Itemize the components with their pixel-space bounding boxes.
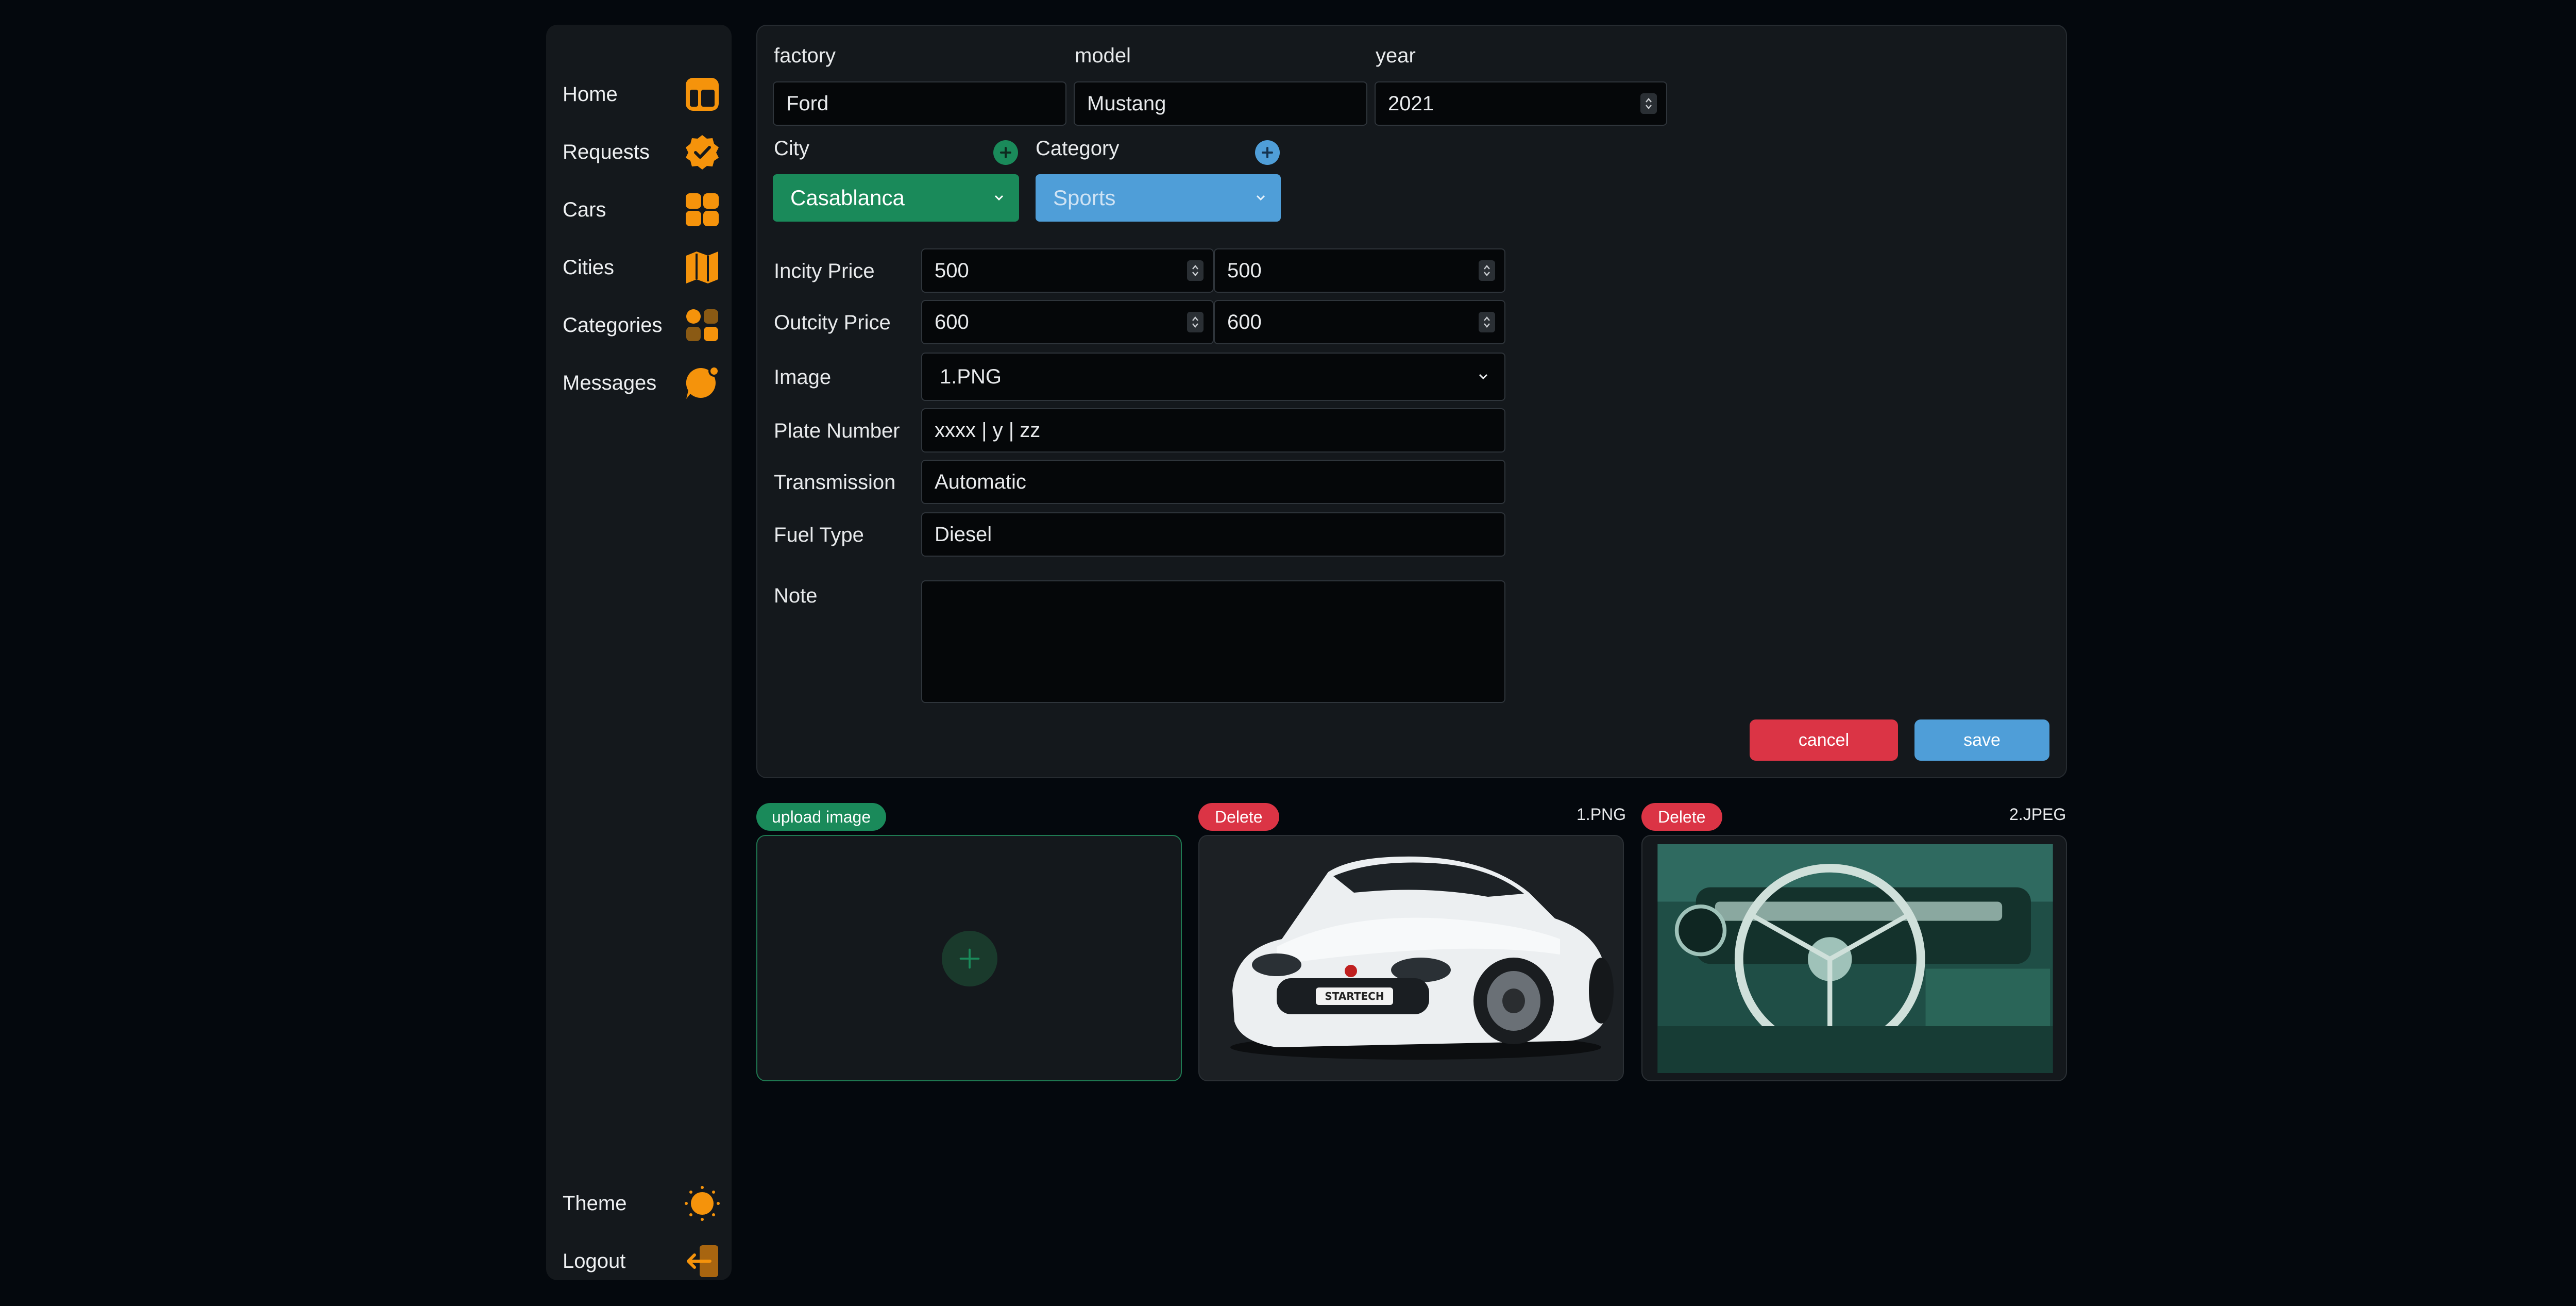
sidebar-item-label: Requests	[563, 140, 650, 163]
sidebar: Home Requests Cars Cities Categories Mes…	[546, 25, 732, 1280]
city-label: City	[774, 137, 809, 160]
image-card-car: STARTECH	[1198, 835, 1624, 1081]
year-input[interactable]: 2021	[1375, 81, 1667, 126]
year-value: 2021	[1388, 92, 1434, 115]
incity-price-min-input[interactable]: 500	[921, 248, 1214, 293]
interior-photo	[1657, 844, 2053, 1073]
upload-image-dropzone[interactable]	[756, 835, 1182, 1081]
theme-toggle[interactable]: Theme	[563, 1180, 720, 1227]
outcity-price-label: Outcity Price	[774, 311, 891, 334]
cancel-button[interactable]: cancel	[1750, 719, 1898, 761]
sidebar-item-messages[interactable]: Messages	[563, 360, 720, 406]
sidebar-item-cars[interactable]: Cars	[563, 187, 720, 233]
sidebar-item-label: Home	[563, 82, 618, 106]
plus-circle-icon	[942, 931, 997, 986]
sidebar-item-cities[interactable]: Cities	[563, 244, 720, 291]
layout-icon	[684, 76, 720, 112]
year-label: year	[1376, 44, 1416, 67]
image-select-value: 1.PNG	[940, 365, 1002, 388]
sidebar-item-label: Logout	[563, 1249, 626, 1272]
incity-price-label: Incity Price	[774, 260, 875, 282]
plus-icon	[1260, 145, 1275, 160]
sidebar-item-label: Cities	[563, 256, 615, 279]
grid-icon	[684, 192, 720, 228]
svg-text:STARTECH: STARTECH	[1325, 990, 1384, 1002]
map-icon	[684, 249, 720, 286]
transmission-input[interactable]: Automatic	[921, 460, 1505, 504]
delete-image-button[interactable]: Delete	[1198, 803, 1279, 831]
city-select[interactable]: Casablanca	[773, 174, 1019, 222]
message-icon	[684, 365, 720, 401]
incity-price-min-value: 500	[935, 259, 969, 282]
plate-number-label: Plate Number	[774, 420, 900, 442]
category-select-value: Sports	[1053, 186, 1116, 210]
image-filename: 1.PNG	[1577, 805, 1626, 824]
fuel-type-label: Fuel Type	[774, 524, 864, 546]
city-select-value: Casablanca	[790, 186, 905, 210]
plus-icon	[998, 145, 1013, 160]
sidebar-item-label: Cars	[563, 198, 606, 221]
incity-price-max-value: 500	[1227, 259, 1262, 282]
sidebar-item-label: Categories	[563, 313, 663, 337]
categories-icon	[684, 307, 720, 343]
category-label: Category	[1036, 137, 1120, 160]
sidebar-item-label: Theme	[563, 1192, 627, 1215]
chevron-down-icon	[1476, 369, 1491, 384]
add-category-button[interactable]	[1255, 140, 1280, 165]
image-select[interactable]: 1.PNG	[921, 353, 1505, 401]
note-textarea[interactable]	[921, 580, 1505, 703]
chevron-down-icon	[1253, 190, 1268, 206]
badge-check-icon	[684, 134, 720, 170]
year-spinner[interactable]	[1640, 93, 1657, 114]
fuel-type-input[interactable]: Diesel	[921, 512, 1505, 557]
image-filename: 2.JPEG	[2009, 805, 2066, 824]
car-photo: STARTECH	[1230, 856, 1614, 1060]
sun-icon	[684, 1185, 720, 1221]
image-card-interior	[1641, 835, 2067, 1081]
number-spinner[interactable]	[1479, 260, 1495, 281]
category-select[interactable]: Sports	[1036, 174, 1281, 222]
save-button[interactable]: save	[1914, 719, 2049, 761]
factory-label: factory	[774, 44, 836, 67]
number-spinner[interactable]	[1479, 312, 1495, 332]
chevron-down-icon	[991, 190, 1007, 206]
delete-image-button[interactable]: Delete	[1641, 803, 1722, 831]
outcity-price-max-input[interactable]: 600	[1214, 300, 1505, 344]
sidebar-item-requests[interactable]: Requests	[563, 129, 720, 175]
model-label: model	[1075, 44, 1131, 67]
factory-input[interactable]: Ford	[773, 81, 1066, 126]
outcity-price-min-value: 600	[935, 310, 969, 333]
number-spinner[interactable]	[1187, 260, 1204, 281]
plate-number-input[interactable]: xxxx | y | zz	[921, 408, 1505, 453]
sidebar-item-categories[interactable]: Categories	[563, 302, 720, 348]
outcity-price-min-input[interactable]: 600	[921, 300, 1214, 344]
model-input[interactable]: Mustang	[1074, 81, 1367, 126]
transmission-label: Transmission	[774, 471, 896, 494]
sidebar-item-label: Messages	[563, 371, 657, 394]
logout-button[interactable]: Logout	[563, 1238, 720, 1284]
upload-image-button[interactable]: upload image	[756, 803, 887, 831]
number-spinner[interactable]	[1187, 312, 1204, 332]
add-city-button[interactable]	[993, 140, 1018, 165]
sidebar-item-home[interactable]: Home	[563, 71, 720, 118]
incity-price-max-input[interactable]: 500	[1214, 248, 1505, 293]
outcity-price-max-value: 600	[1227, 310, 1262, 333]
logout-icon	[684, 1243, 720, 1279]
note-label: Note	[774, 584, 818, 607]
image-label: Image	[774, 366, 832, 389]
